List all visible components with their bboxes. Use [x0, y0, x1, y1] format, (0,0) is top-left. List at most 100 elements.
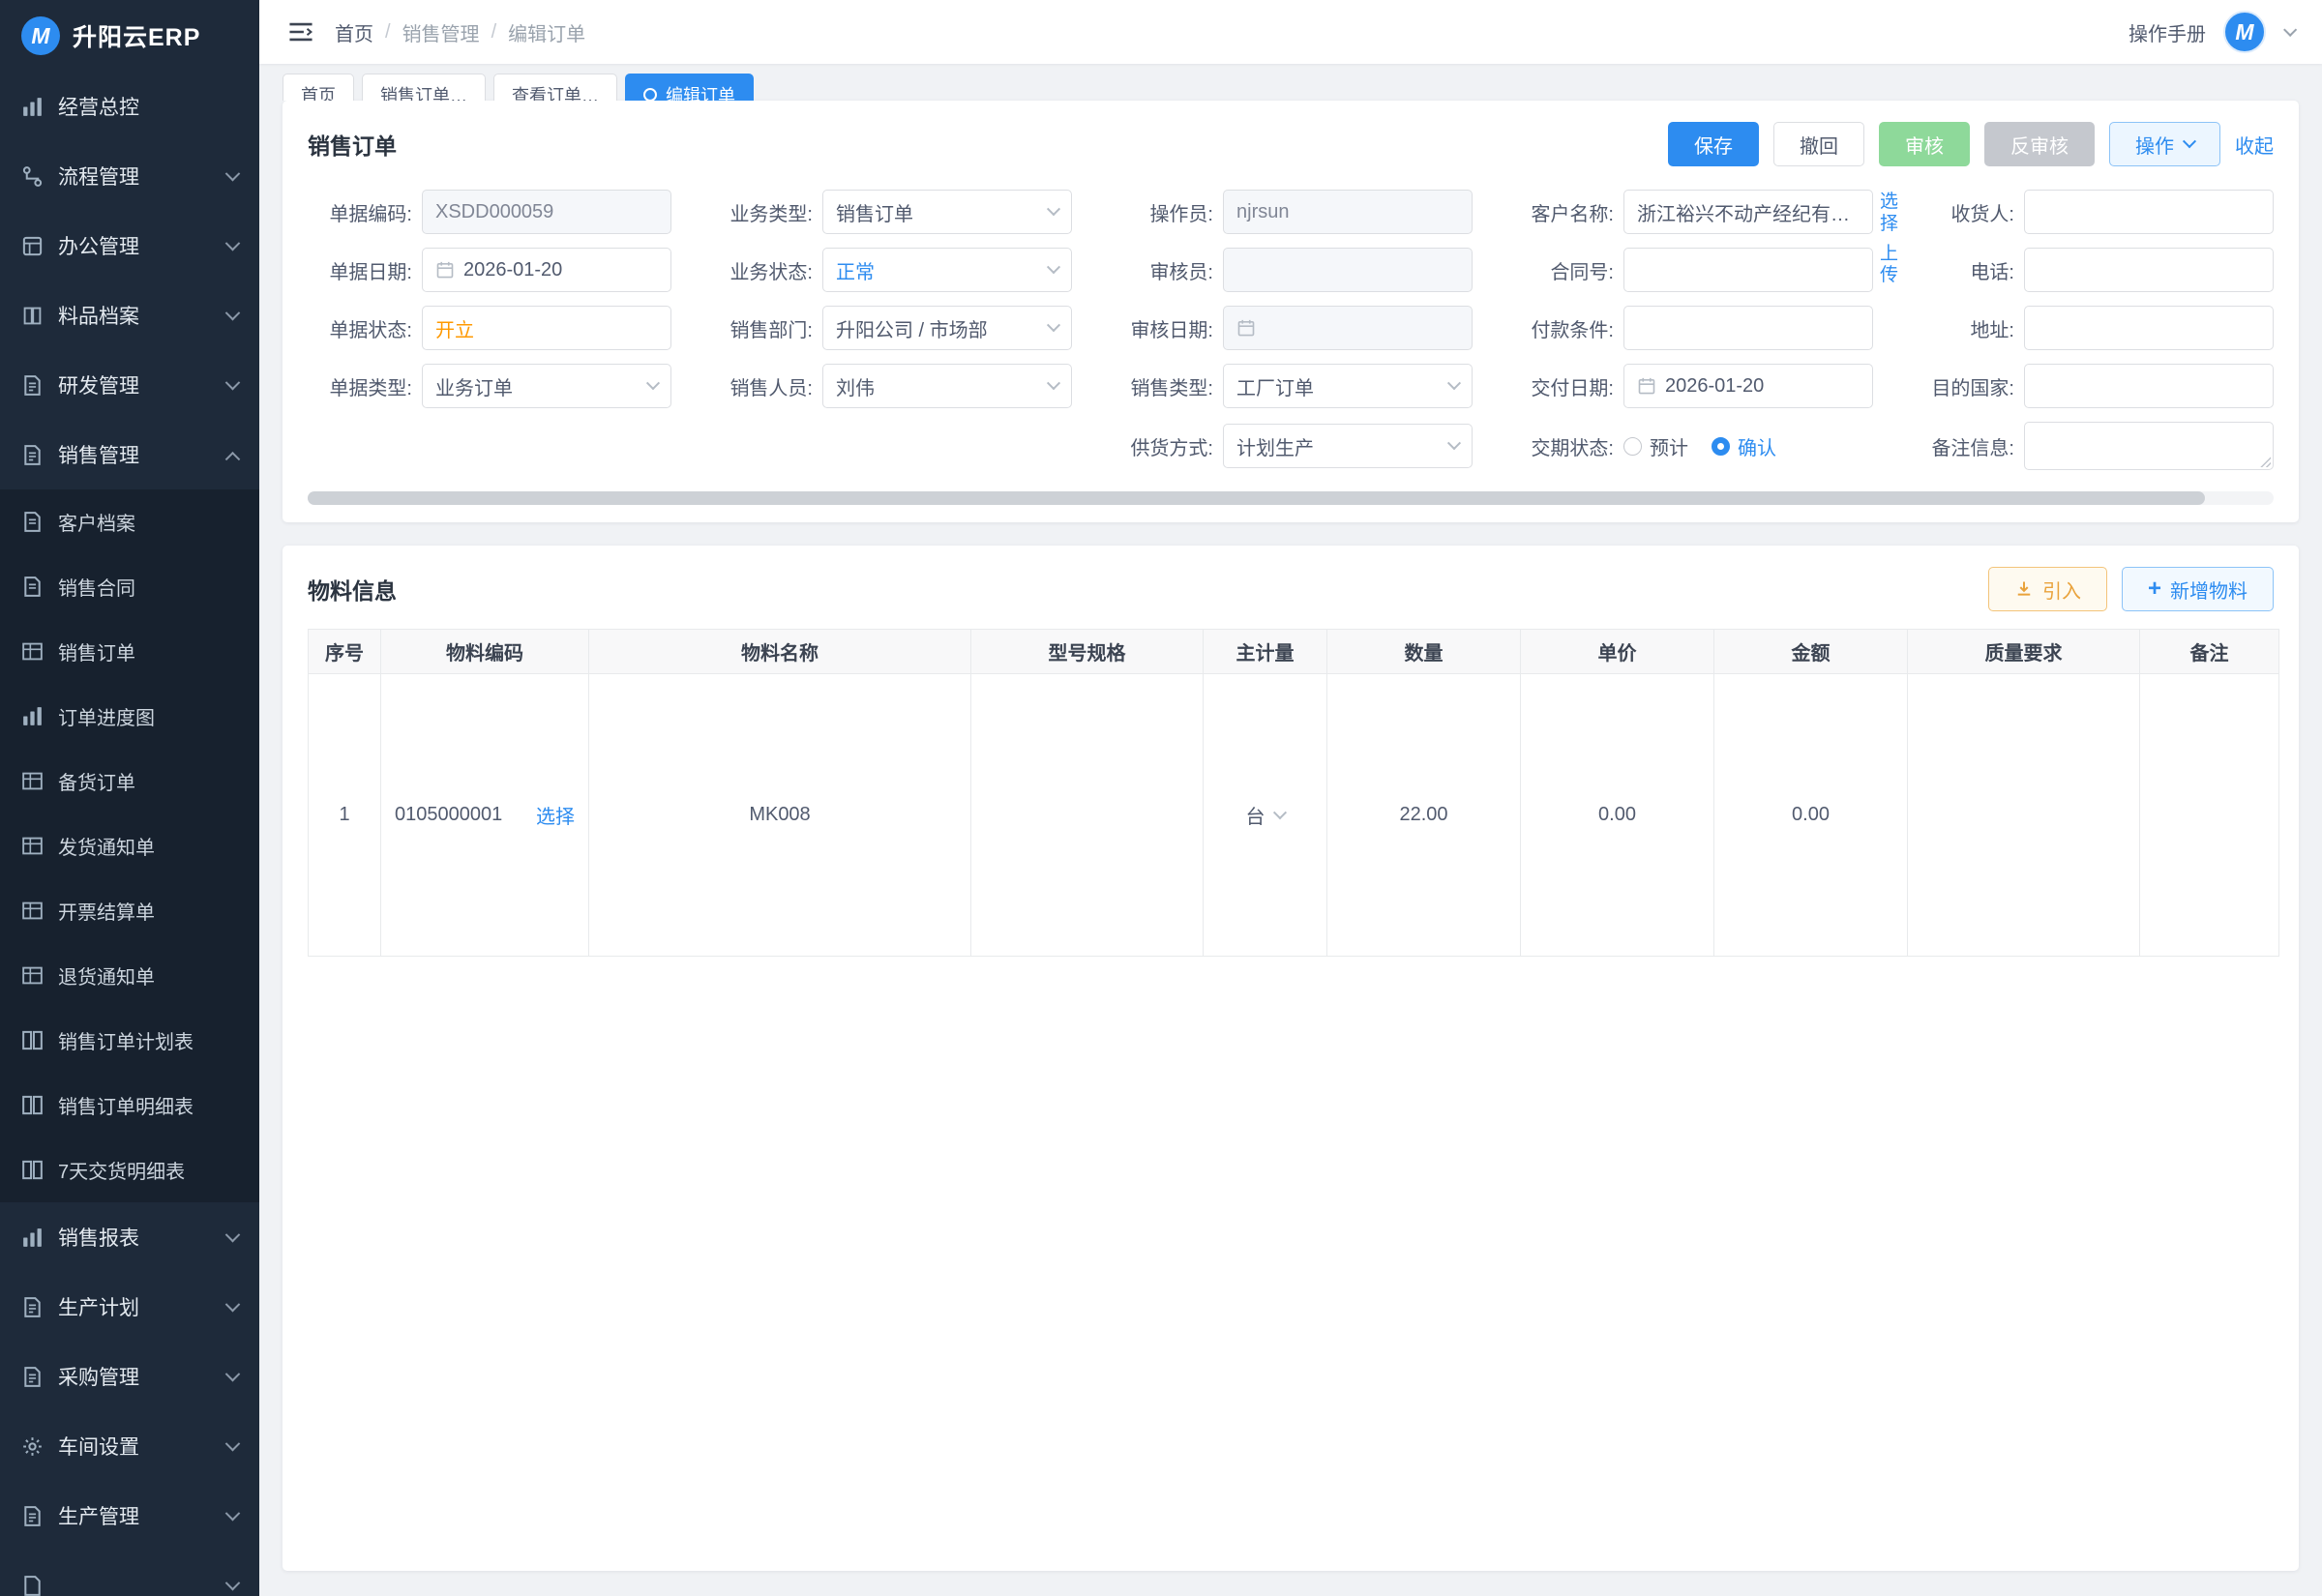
doc-status-input[interactable]: 开立	[422, 306, 671, 350]
sidebar-item-label: 开票结算单	[58, 897, 155, 925]
field-biz-type: 业务类型: 销售订单	[708, 190, 1072, 234]
top-bar: 首页 / 销售管理 / 编辑订单 操作手册 M	[259, 0, 2322, 64]
table-grid-icon	[21, 900, 44, 922]
tab-sales-order[interactable]: 销售订单…	[362, 74, 486, 101]
field-dest-country: 目的国家:	[1910, 364, 2274, 408]
contract-no-input[interactable]	[1623, 248, 1873, 292]
sidebar-item-order-detail-table[interactable]: 销售订单明细表	[0, 1073, 259, 1138]
unaudit-button[interactable]: 反审核	[1984, 122, 2095, 166]
operator-input[interactable]: njrsun	[1223, 190, 1473, 234]
import-button[interactable]: 引入	[1988, 567, 2107, 611]
remark-textarea[interactable]	[2024, 422, 2274, 470]
radio-estimated[interactable]: 预计	[1623, 432, 1688, 460]
sidebar-item-order-progress-chart[interactable]: 订单进度图	[0, 684, 259, 749]
add-material-button[interactable]: + 新增物料	[2122, 567, 2274, 611]
field-value: 开立	[435, 314, 474, 342]
sidebar-item-label: 生产管理	[58, 1501, 139, 1530]
radio-confirmed[interactable]: 确认	[1712, 432, 1776, 460]
doc-date-input[interactable]: 2026-01-20	[422, 248, 671, 292]
field-value: XSDD000059	[435, 201, 553, 223]
doc-code-input[interactable]: XSDD000059	[422, 190, 671, 234]
sidebar-item-invoice-settlement[interactable]: 开票结算单	[0, 878, 259, 943]
material-select-link[interactable]: 选择	[536, 801, 575, 829]
columns-icon	[21, 1094, 44, 1116]
unit-select[interactable]: 台	[1246, 801, 1285, 829]
sidebar-item-sales-order[interactable]: 销售订单	[0, 619, 259, 684]
sidebar-item-partial[interactable]	[0, 1551, 259, 1596]
audit-button[interactable]: 审核	[1879, 122, 1970, 166]
radio-label: 预计	[1650, 432, 1688, 460]
col-remark: 备注	[2140, 630, 2279, 674]
sidebar-item-office-mgmt[interactable]: 办公管理	[0, 211, 259, 281]
field-label: 收货人:	[1910, 198, 2024, 226]
sales-dept-select[interactable]: 升阳公司 / 市场部	[822, 306, 1072, 350]
receiver-input[interactable]	[2024, 190, 2274, 234]
material-code: 0105000001	[395, 804, 502, 826]
horizontal-scrollbar[interactable]	[308, 491, 2274, 505]
sidebar-item-shipping-notice[interactable]: 发货通知单	[0, 813, 259, 878]
breadcrumb-sales-mgmt[interactable]: 销售管理	[402, 18, 480, 46]
field-label: 客户名称:	[1509, 198, 1623, 226]
cell-name: MK008	[589, 674, 971, 957]
sidebar-item-return-notice[interactable]: 退货通知单	[0, 943, 259, 1008]
payment-terms-input[interactable]	[1623, 306, 1873, 350]
actions-dropdown-button[interactable]: 操作	[2109, 122, 2220, 166]
field-label: 单据类型:	[308, 372, 422, 400]
tab-edit-order[interactable]: 编辑订单	[625, 74, 754, 101]
sales-type-select[interactable]: 工厂订单	[1223, 364, 1473, 408]
auditor-input[interactable]	[1223, 248, 1473, 292]
salesperson-select[interactable]: 刘伟	[822, 364, 1072, 408]
field-delivery-date: 交付日期: 2026-01-20	[1509, 364, 1873, 408]
avatar[interactable]: M	[2223, 11, 2266, 53]
doc-type-select[interactable]: 业务订单	[422, 364, 671, 408]
col-name: 物料名称	[589, 630, 971, 674]
sidebar-item-process-mgmt[interactable]: 流程管理	[0, 141, 259, 211]
audit-date-input[interactable]	[1223, 306, 1473, 350]
biz-status-select[interactable]: 正常	[822, 248, 1072, 292]
field-salesperson: 销售人员: 刘伟	[708, 364, 1072, 408]
field-auditor: 审核员:	[1109, 248, 1473, 292]
sidebar-item-purchase-mgmt[interactable]: 采购管理	[0, 1342, 259, 1411]
sidebar-item-stock-order[interactable]: 备货订单	[0, 749, 259, 813]
sidebar-item-7day-delivery-table[interactable]: 7天交货明细表	[0, 1138, 259, 1202]
customer-upload-link[interactable]: 上传	[1880, 244, 1901, 288]
manual-link[interactable]: 操作手册	[2128, 18, 2206, 46]
menu-collapse-icon[interactable]	[288, 20, 313, 44]
materials-title: 物料信息	[308, 573, 397, 606]
tab-home[interactable]: 首页	[283, 74, 354, 101]
sidebar-item-material-archive[interactable]: 料品档案	[0, 281, 259, 350]
save-button[interactable]: 保存	[1668, 122, 1759, 166]
sidebar-item-customer-archive[interactable]: 客户档案	[0, 489, 259, 554]
biz-type-select[interactable]: 销售订单	[822, 190, 1072, 234]
sidebar-item-production-mgmt[interactable]: 生产管理	[0, 1481, 259, 1551]
resize-handle-icon[interactable]	[2259, 456, 2271, 467]
breadcrumb-home[interactable]: 首页	[335, 18, 373, 46]
sidebar-item-label: 客户档案	[58, 508, 135, 536]
radio-icon	[1623, 437, 1642, 456]
phone-input[interactable]	[2024, 248, 2274, 292]
dest-country-input[interactable]	[2024, 364, 2274, 408]
delivery-date-input[interactable]: 2026-01-20	[1623, 364, 1873, 408]
supply-mode-select[interactable]: 计划生产	[1223, 424, 1473, 468]
field-label: 审核员:	[1109, 256, 1223, 284]
chevron-down-icon[interactable]	[2283, 23, 2297, 37]
sidebar-item-sales-report[interactable]: 销售报表	[0, 1202, 259, 1272]
sidebar-item-rd-mgmt[interactable]: 研发管理	[0, 350, 259, 420]
sidebar-item-sales-contract[interactable]: 销售合同	[0, 554, 259, 619]
sidebar-item-order-plan-table[interactable]: 销售订单计划表	[0, 1008, 259, 1073]
customer-select-link[interactable]: 选择	[1880, 192, 1901, 236]
withdraw-button[interactable]: 撤回	[1773, 122, 1864, 166]
sidebar-item-business-overview[interactable]: 经营总控	[0, 72, 259, 141]
sidebar-item-production-plan[interactable]: 生产计划	[0, 1272, 259, 1342]
sidebar-item-workshop-settings[interactable]: 车间设置	[0, 1411, 259, 1481]
tab-strip: 首页 销售订单… 查看订单… 编辑订单	[283, 74, 2299, 101]
sidebar-item-sales-mgmt[interactable]: 销售管理	[0, 420, 259, 489]
collapse-link[interactable]: 收起	[2235, 131, 2274, 159]
customer-name-input[interactable]: 浙江裕兴不动产经纪有限公司	[1623, 190, 1873, 234]
tab-view-order[interactable]: 查看订单…	[493, 74, 617, 101]
address-input[interactable]	[2024, 306, 2274, 350]
field-value: njrsun	[1236, 201, 1289, 223]
cell-amount: 0.00	[1714, 674, 1908, 957]
scrollbar-thumb[interactable]	[308, 491, 2205, 505]
columns-icon	[21, 1029, 44, 1051]
